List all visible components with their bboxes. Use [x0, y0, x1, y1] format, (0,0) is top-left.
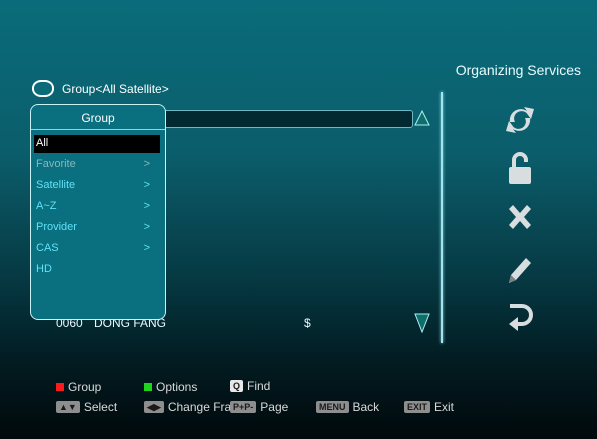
popup-item-label: All — [36, 137, 49, 149]
legend-group: Group — [56, 380, 101, 394]
popup-item-hd[interactable]: HD — [34, 261, 160, 279]
group-popup-divider — [31, 129, 165, 130]
legend-page: P+P- Page — [230, 400, 288, 414]
legend-select: ▲▼ Select — [56, 400, 117, 414]
popup-item-label: A~Z — [36, 200, 57, 212]
chevron-right-icon: > — [143, 200, 150, 212]
chevron-right-icon: > — [143, 242, 150, 254]
red-key-icon — [56, 383, 64, 391]
page-title: Organizing Services — [455, 62, 581, 78]
popup-item-label: HD — [36, 263, 52, 275]
page-key-icon: P+P- — [230, 401, 257, 413]
menu-key-icon: MENU — [316, 401, 349, 413]
popup-item-a-z[interactable]: A~Z > — [34, 198, 160, 216]
group-popup-title: Group — [81, 111, 115, 125]
popup-item-label: Favorite — [36, 158, 76, 170]
popup-item-label: Satellite — [36, 179, 76, 191]
legend-back-label: Back — [352, 400, 380, 414]
legend-group-label: Group — [68, 380, 102, 394]
group-header-label: Group<All Satellite> — [62, 81, 169, 96]
legend-find: Q Find — [230, 379, 270, 393]
up-down-key-icon: ▲▼ — [56, 401, 80, 413]
delete-icon[interactable] — [500, 198, 540, 238]
left-right-key-icon: ◀▶ — [144, 401, 164, 413]
scroll-up-arrow-icon[interactable] — [414, 110, 430, 126]
popup-item-cas[interactable]: CAS > — [34, 240, 160, 258]
legend-find-label: Find — [247, 379, 271, 393]
popup-item-label: Provider — [36, 221, 77, 233]
chevron-right-icon: > — [143, 158, 150, 170]
legend-options-label: Options — [156, 380, 198, 394]
tv-screen: Organizing Services Group<All Satellite>… — [0, 0, 597, 439]
exit-key-icon: EXIT — [404, 401, 431, 413]
legend-change-frame: ◀▶ Change Fram — [144, 400, 241, 414]
legend-page-label: Page — [260, 400, 289, 414]
legend-back: MENU Back — [316, 400, 379, 414]
chevron-right-icon: > — [143, 179, 150, 191]
channel-list-highlight[interactable] — [159, 110, 413, 128]
find-key-icon: Q — [230, 380, 244, 392]
legend-exit: EXIT Exit — [404, 400, 454, 414]
scroll-down-arrow-icon[interactable] — [414, 313, 430, 333]
popup-item-provider[interactable]: Provider > — [34, 219, 160, 237]
legend-options: Options — [144, 380, 197, 394]
popup-item-label: CAS — [36, 242, 59, 254]
group-popup: Group All Favorite > Satellite > A~Z > P… — [30, 104, 166, 320]
refresh-icon[interactable] — [500, 100, 540, 140]
legend-exit-label: Exit — [434, 400, 455, 414]
lock-icon[interactable] — [500, 148, 540, 188]
popup-item-all[interactable]: All — [34, 135, 160, 153]
green-key-icon — [144, 383, 152, 391]
panel-divider — [441, 92, 443, 343]
scrambled-flag: $ — [304, 316, 311, 330]
move-icon[interactable] — [500, 300, 540, 340]
rename-icon[interactable] — [500, 250, 540, 290]
tv-icon — [32, 80, 54, 97]
popup-item-satellite[interactable]: Satellite > — [34, 177, 160, 195]
legend-select-label: Select — [83, 400, 118, 414]
group-header: Group<All Satellite> — [32, 80, 169, 97]
popup-item-favorite[interactable]: Favorite > — [34, 156, 160, 174]
chevron-right-icon: > — [143, 221, 150, 233]
